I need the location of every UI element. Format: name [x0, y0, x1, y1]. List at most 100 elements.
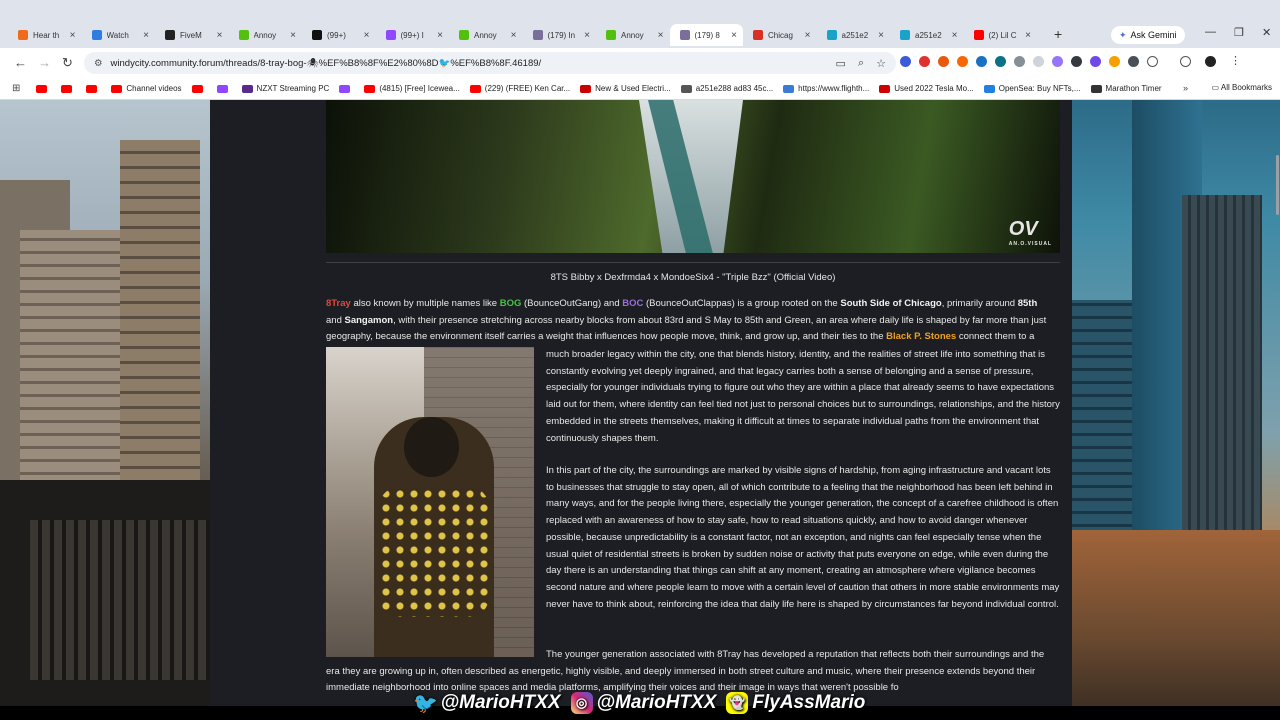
browser-tab[interactable]: Watch ×: [82, 24, 156, 46]
youtube-icon: [86, 84, 98, 93]
close-tab-icon[interactable]: ×: [805, 30, 811, 41]
close-tab-icon[interactable]: ×: [70, 30, 76, 41]
bookmark-label: Used 2022 Tesla Mo...: [894, 84, 974, 93]
bookmarks-bar: ⊞ Channel videos NZXT Streaming PC (4815) …: [0, 78, 1280, 100]
browser-tab[interactable]: a251e2 ×: [817, 24, 891, 46]
extension-icon[interactable]: [1052, 56, 1063, 67]
tab-title: Annoy: [474, 30, 497, 40]
bookmark-item[interactable]: NZXT Streaming PC: [241, 84, 329, 93]
bookmark-item[interactable]: [36, 84, 51, 93]
bookmark-item[interactable]: New & Used Electri...: [580, 84, 671, 93]
back-icon[interactable]: ←: [14, 55, 27, 70]
bookmark-item[interactable]: [86, 84, 101, 93]
puzzle-icon[interactable]: [1147, 56, 1158, 67]
zoom-icon[interactable]: ⌕: [858, 57, 864, 70]
url-text: windycity.community.forum/threads/8-tray…: [110, 57, 542, 69]
bookmark-item[interactable]: [339, 84, 354, 93]
close-tab-icon[interactable]: ×: [217, 30, 223, 41]
side-panel-icon[interactable]: [1180, 56, 1191, 67]
close-tab-icon[interactable]: ×: [290, 30, 296, 41]
close-tab-icon[interactable]: ×: [511, 30, 517, 41]
video-thumbnail[interactable]: OV AN.O.VISUAL: [326, 100, 1060, 253]
bookmark-item[interactable]: https://www.flighth...: [783, 84, 869, 93]
avatar[interactable]: [1205, 56, 1216, 67]
browser-tab[interactable]: (179) 8 ×: [669, 24, 743, 46]
photo-person-jacket: [379, 487, 489, 617]
address-bar[interactable]: ⚙ windycity.community.forum/threads/8-tr…: [84, 52, 896, 74]
browser-tab[interactable]: Annoy ×: [229, 24, 303, 46]
minimize-icon[interactable]: —: [1205, 26, 1216, 38]
browser-tab[interactable]: Annoy ×: [449, 24, 523, 46]
close-tab-icon[interactable]: ×: [437, 30, 443, 41]
close-tab-icon[interactable]: ×: [658, 30, 664, 41]
extension-icon[interactable]: [900, 56, 911, 67]
bookmark-item[interactable]: [191, 84, 207, 93]
cast-icon[interactable]: ▭: [836, 57, 846, 70]
extension-icon[interactable]: [1128, 56, 1139, 67]
all-bookmarks-button[interactable]: ▭ All Bookmarks: [1212, 83, 1272, 92]
browser-tab[interactable]: (179) In ×: [523, 24, 597, 46]
browser-tab[interactable]: (99+) ×: [302, 24, 376, 46]
bookmark-item[interactable]: Marathon Timer: [1090, 84, 1162, 93]
bookmark-item[interactable]: (229) (FREE) Ken Car...: [469, 84, 570, 93]
browser-tab[interactable]: a251e2 ×: [890, 24, 964, 46]
close-tab-icon[interactable]: ×: [143, 30, 149, 41]
more-bookmarks-icon[interactable]: »: [1183, 83, 1188, 93]
extension-icon[interactable]: [1071, 56, 1082, 67]
browser-tab[interactable]: (99+) I ×: [376, 24, 450, 46]
extension-icon[interactable]: [1033, 56, 1044, 67]
all-bookmarks-label: All Bookmarks: [1220, 83, 1272, 92]
browser-tab[interactable]: Annoy ×: [596, 24, 670, 46]
opensea-icon: [900, 30, 910, 40]
ask-gemini-button[interactable]: ✦ Ask Gemini: [1111, 26, 1185, 44]
close-window-icon[interactable]: ✕: [1262, 26, 1271, 39]
close-tab-icon[interactable]: ×: [1025, 30, 1031, 41]
location-85th: 85th: [1017, 298, 1038, 309]
reload-icon[interactable]: ↻: [62, 55, 73, 71]
gemini-icon: ✦: [1119, 29, 1127, 40]
close-tab-icon[interactable]: ×: [731, 30, 737, 41]
extension-icon[interactable]: [1109, 56, 1120, 67]
video-watermark: OV AN.O.VISUAL: [1008, 218, 1052, 247]
twitch-icon: [385, 30, 396, 40]
globe-icon: [680, 84, 692, 93]
post-photo[interactable]: [326, 347, 534, 657]
browser-tab[interactable]: (2) Lil C ×: [964, 24, 1038, 46]
bookmark-item[interactable]: Used 2022 Tesla Mo...: [879, 84, 974, 93]
extension-icon[interactable]: [976, 56, 987, 67]
bookmark-item[interactable]: Channel videos: [111, 84, 182, 93]
site-info-icon[interactable]: ⚙: [94, 58, 103, 69]
browser-tab[interactable]: Hear th ×: [8, 24, 82, 46]
twitch-icon[interactable]: [1090, 56, 1101, 67]
bookmark-item[interactable]: OpenSea: Buy NFTs,...: [983, 84, 1081, 93]
new-tab-button[interactable]: +: [1054, 26, 1062, 42]
page-scrollbar[interactable]: [1274, 100, 1280, 706]
bookmark-item[interactable]: a251e288 ad83 45c...: [680, 84, 773, 93]
forward-icon[interactable]: →: [38, 55, 51, 70]
scrollbar-thumb[interactable]: [1276, 155, 1279, 215]
tesla-icon: [580, 84, 592, 93]
bookmark-star-icon[interactable]: ☆: [876, 57, 886, 70]
maximize-icon[interactable]: ❐: [1234, 26, 1244, 39]
metamask-icon[interactable]: [938, 56, 949, 67]
shield-icon[interactable]: [1014, 56, 1025, 67]
extension-icon[interactable]: [957, 56, 968, 67]
bookmark-label: (4815) [Free] Icewea...: [379, 84, 460, 93]
audio-icon: [18, 30, 28, 40]
browser-tab[interactable]: FiveM ×: [155, 24, 229, 46]
close-tab-icon[interactable]: ×: [584, 30, 590, 41]
close-tab-icon[interactable]: ×: [952, 30, 958, 41]
bookmark-item[interactable]: [216, 84, 232, 93]
apps-icon[interactable]: ⊞: [12, 83, 20, 94]
close-tab-icon[interactable]: ×: [364, 30, 370, 41]
watch-icon: [91, 30, 102, 40]
menu-icon[interactable]: ⋮: [1230, 56, 1241, 67]
close-tab-icon[interactable]: ×: [878, 30, 884, 41]
location-south-side: South Side of Chicago: [840, 298, 942, 309]
extension-icon[interactable]: [919, 56, 930, 67]
extension-icon[interactable]: [995, 56, 1006, 67]
photo-person-head: [404, 417, 459, 477]
browser-tab[interactable]: Chicag ×: [743, 24, 817, 46]
bookmark-item[interactable]: [61, 84, 76, 93]
bookmark-item[interactable]: (4815) [Free] Icewea...: [364, 84, 460, 93]
